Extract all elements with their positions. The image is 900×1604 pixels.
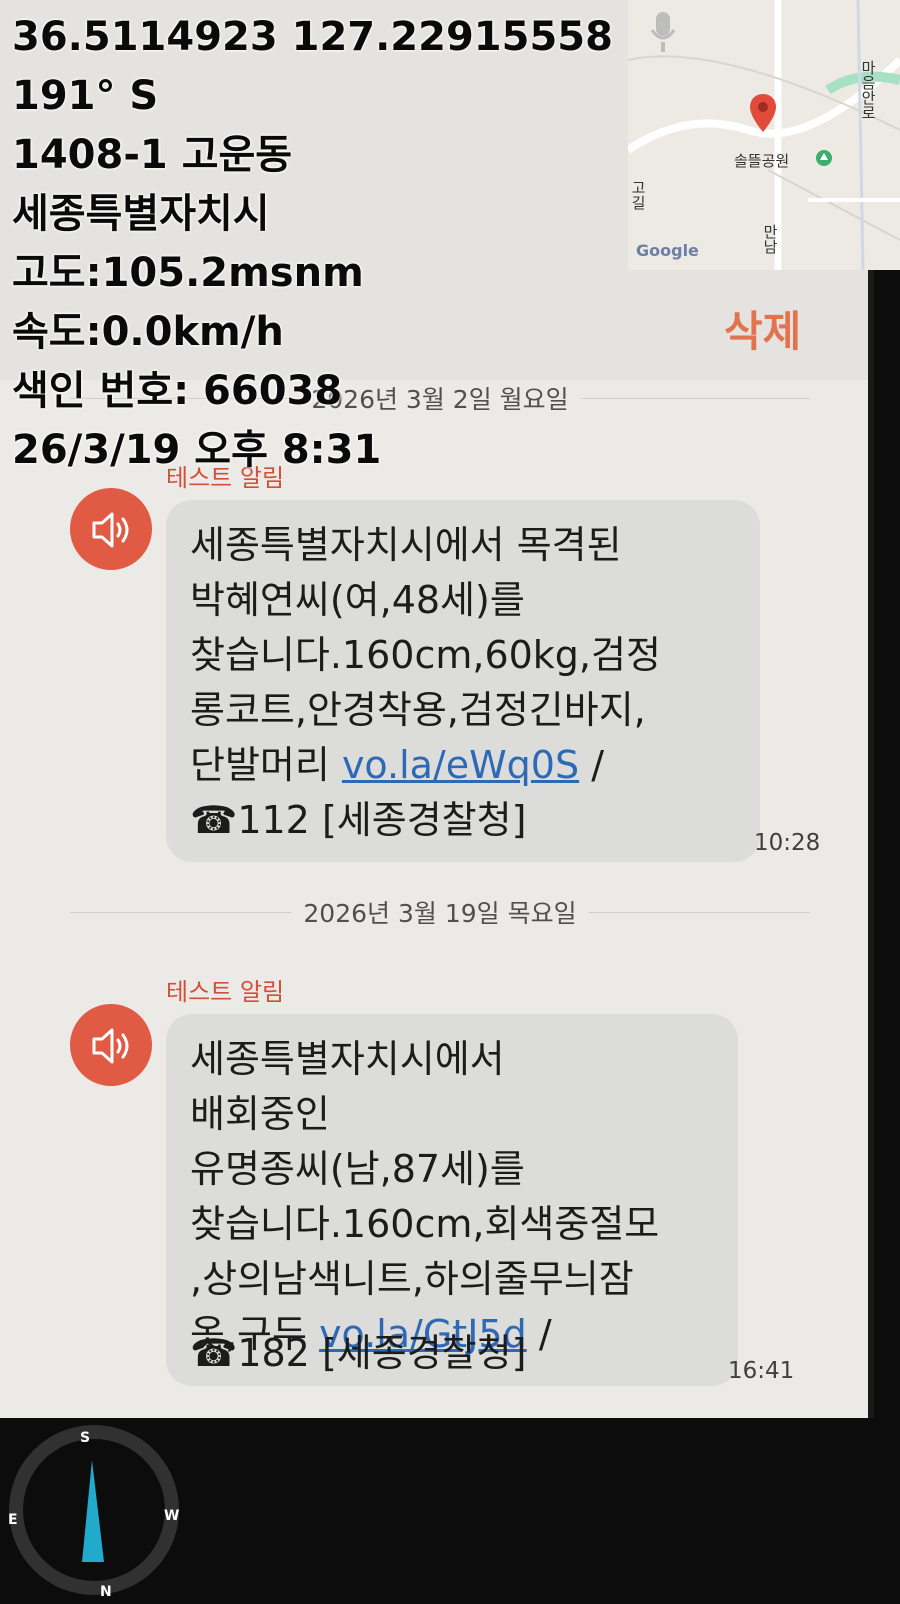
sender-name: 테스트 알림 <box>166 978 285 1006</box>
message-phone-row: ☎182 [세종경찰청] <box>166 1326 546 1386</box>
date-label: 2026년 3월 19일 목요일 <box>291 899 589 928</box>
message-line: 배회중인 <box>190 1092 330 1136</box>
compass-label-w: W <box>164 1508 179 1524</box>
message-bubble[interactable]: 세종특별자치시에서 목격된 박혜연씨(여,48세)를 찾습니다.160cm,60… <box>166 500 760 862</box>
message-line: ,상의남색니트,하의줄무늬잠 <box>190 1257 634 1301</box>
speaker-icon <box>92 512 129 548</box>
message-line: 박혜연씨(여,48세)를 <box>190 578 525 622</box>
map-road-label: 마음안로 <box>859 60 877 120</box>
gps-heading: 191° S <box>12 73 159 119</box>
gps-speed: 속도:0.0km/h <box>12 309 284 355</box>
compass-widget: S W N E <box>4 1418 184 1600</box>
message-line: 세종특별자치시에서 <box>190 1037 505 1081</box>
message-line: 세종특별자치시에서 목격된 <box>190 523 622 567</box>
message-link[interactable]: vo.la/eWq0S <box>342 743 579 787</box>
map-road-label: 만남 <box>761 224 779 254</box>
message-line: 롱코트,안경착용,검정긴바지, <box>190 688 646 732</box>
speaker-icon <box>92 1028 129 1064</box>
sender-avatar[interactable] <box>70 488 152 570</box>
message-phone: ☎112 [세종경찰청] <box>190 798 527 842</box>
compass-label-n: N <box>100 1584 112 1600</box>
gps-index: 색인 번호: 66038 <box>12 368 343 414</box>
microphone-icon[interactable] <box>650 10 676 54</box>
date-divider: 2026년 3월 19일 목요일 <box>70 894 810 930</box>
delete-button[interactable]: 삭제 <box>724 298 801 359</box>
compass-label-s: S <box>80 1430 90 1446</box>
gps-altitude: 고도:105.2msnm <box>12 250 364 296</box>
message-line: 유명종씨(남,87세)를 <box>190 1147 525 1191</box>
map-road-label: 고길 <box>629 180 647 210</box>
gps-address: 1408-1 고운동 <box>12 132 293 178</box>
message-time: 16:41 <box>728 1358 795 1384</box>
compass-dial: S W N E <box>8 1425 179 1600</box>
sender-avatar[interactable] <box>70 1004 152 1086</box>
message-line: 단발머리 vo.la/eWq0S / <box>190 738 736 793</box>
compass-label-e: E <box>8 1512 18 1528</box>
message-text: / <box>591 743 605 787</box>
message-text: 단발머리 <box>190 743 330 787</box>
park-icon <box>816 150 832 166</box>
location-pin-icon <box>750 94 776 132</box>
message-line: 찾습니다.160cm,회색중절모 <box>190 1202 660 1246</box>
gps-datetime: 26/3/19 오후 8:31 <box>12 427 382 473</box>
gps-city: 세종특별자치시 <box>12 191 270 237</box>
message-phone: ☎182 [세종경찰청] <box>190 1331 527 1375</box>
message-line: 찾습니다.160cm,60kg,검정 <box>190 633 661 677</box>
gps-coordinates: 36.5114923 127.22915558 <box>12 14 613 60</box>
map-place-label: 솔뜰공원 <box>734 152 790 170</box>
map-thumbnail[interactable]: 솔뜰공원 마음안로 고길 만남 Google <box>628 0 900 270</box>
compass-needle <box>82 1460 104 1562</box>
gps-overlay: 36.5114923 127.22915558 191° S 1408-1 고운… <box>12 8 613 480</box>
google-logo: Google <box>636 241 699 260</box>
message-time: 10:28 <box>754 830 821 856</box>
